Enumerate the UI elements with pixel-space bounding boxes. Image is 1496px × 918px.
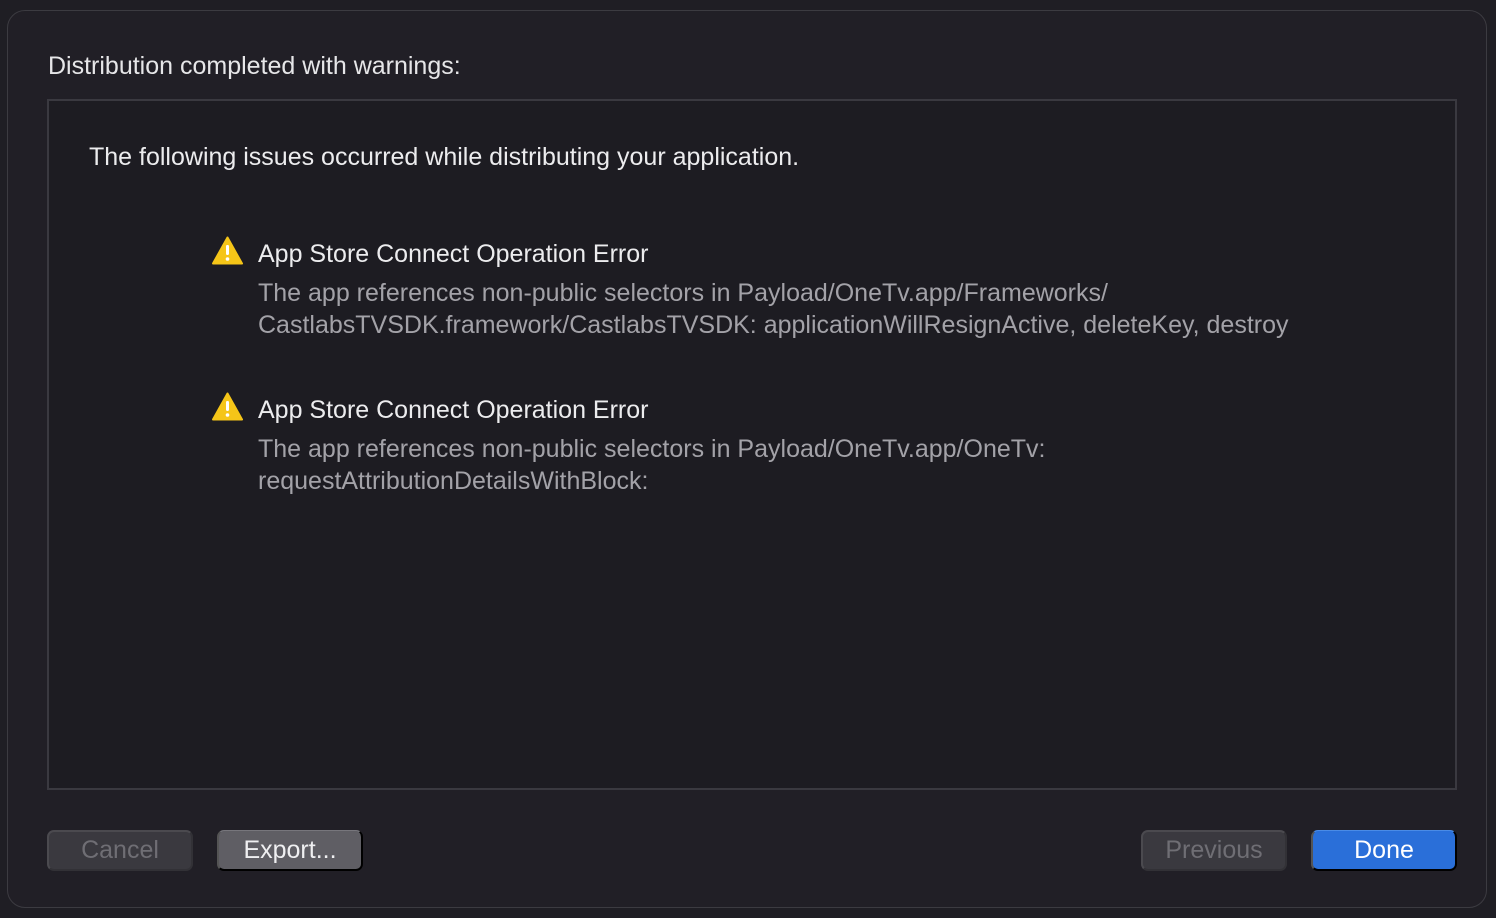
issue-message-line: requestAttributionDetailsWithBlock: xyxy=(258,467,649,495)
cancel-button[interactable]: Cancel xyxy=(47,830,193,871)
issue-message: The app references non-public selectors … xyxy=(258,433,1438,497)
sheet-title: Distribution completed with warnings: xyxy=(48,52,461,80)
distribution-sheet: Distribution completed with warnings: Th… xyxy=(7,10,1487,908)
warning-icon xyxy=(212,236,243,265)
issue-message-line: CastlabsTVSDK.framework/CastlabsTVSDK: a… xyxy=(258,311,1289,339)
export-button[interactable]: Export... xyxy=(217,830,363,871)
issue-message-line: The app references non-public selectors … xyxy=(258,435,1046,463)
issue-message: The app references non-public selectors … xyxy=(258,277,1438,341)
issue-title: App Store Connect Operation Error xyxy=(258,240,649,268)
issue-title: App Store Connect Operation Error xyxy=(258,396,649,424)
previous-button[interactable]: Previous xyxy=(1141,830,1287,871)
done-button[interactable]: Done xyxy=(1311,830,1457,871)
issues-panel: The following issues occurred while dist… xyxy=(47,99,1457,790)
issues-intro: The following issues occurred while dist… xyxy=(89,143,800,171)
issue-message-line: The app references non-public selectors … xyxy=(258,279,1108,307)
warning-icon xyxy=(212,392,243,421)
